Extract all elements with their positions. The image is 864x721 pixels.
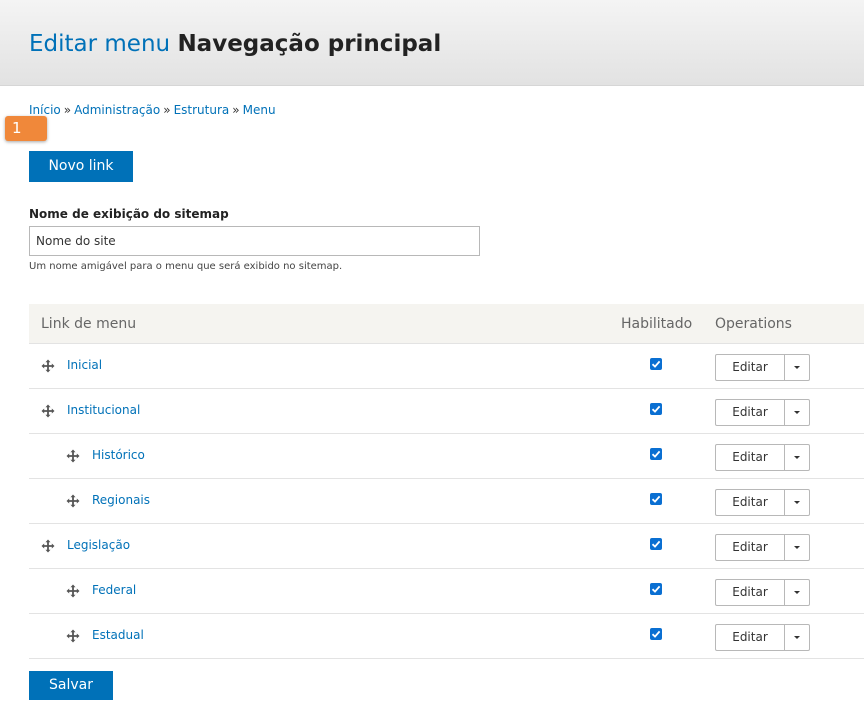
new-link-button[interactable]: Novo link xyxy=(29,151,133,182)
page-title-menu-name: Navegação principal xyxy=(177,31,442,57)
sitemap-name-label: Nome de exibição do sitemap xyxy=(29,207,229,221)
enabled-checkbox[interactable] xyxy=(650,628,662,640)
sitemap-name-description: Um nome amigável para o menu que será ex… xyxy=(29,261,343,272)
breadcrumb-separator: » xyxy=(232,103,240,117)
column-header-operations: Operations xyxy=(715,316,792,332)
caret-down-icon xyxy=(794,636,800,639)
checkmark-icon xyxy=(651,360,661,368)
enabled-checkbox[interactable] xyxy=(650,358,662,370)
caret-down-icon xyxy=(794,591,800,594)
menu-link-label[interactable]: Inicial xyxy=(67,358,102,372)
drag-handle-icon[interactable] xyxy=(41,403,55,418)
edit-button[interactable]: Editar xyxy=(716,400,785,425)
page-title-action: Editar menu xyxy=(29,31,171,57)
drag-handle-icon[interactable] xyxy=(41,358,55,373)
breadcrumb-separator: » xyxy=(163,103,171,117)
operations-dropbutton: Editar xyxy=(715,354,810,381)
edit-button[interactable]: Editar xyxy=(716,580,785,605)
checkmark-icon xyxy=(651,495,661,503)
operations-dropbutton: Editar xyxy=(715,579,810,606)
table-row: Regionais Editar xyxy=(29,479,864,524)
edit-button[interactable]: Editar xyxy=(716,490,785,515)
column-header-enabled: Habilitado xyxy=(621,316,693,332)
save-button[interactable]: Salvar xyxy=(29,671,113,700)
caret-down-icon xyxy=(794,456,800,459)
operations-toggle-button[interactable] xyxy=(785,490,809,515)
operations-toggle-button[interactable] xyxy=(785,535,809,560)
operations-dropbutton: Editar xyxy=(715,444,810,471)
caret-down-icon xyxy=(794,411,800,414)
table-header: Link de menu Habilitado Operations xyxy=(29,304,864,344)
breadcrumb-structure[interactable]: Estrutura xyxy=(174,103,230,117)
operations-toggle-button[interactable] xyxy=(785,355,809,380)
edit-button[interactable]: Editar xyxy=(716,625,785,650)
operations-toggle-button[interactable] xyxy=(785,445,809,470)
checkmark-icon xyxy=(651,585,661,593)
enabled-checkbox[interactable] xyxy=(650,448,662,460)
checkmark-icon xyxy=(651,405,661,413)
table-row: Histórico Editar xyxy=(29,434,864,479)
step-badge: 1 xyxy=(5,116,47,141)
enabled-checkbox[interactable] xyxy=(650,403,662,415)
table-row: Estadual Editar xyxy=(29,614,864,659)
sitemap-name-input[interactable] xyxy=(29,226,480,256)
edit-button[interactable]: Editar xyxy=(716,355,785,380)
table-row: Legislação Editar xyxy=(29,524,864,569)
drag-handle-icon[interactable] xyxy=(66,493,80,508)
checkmark-icon xyxy=(651,540,661,548)
enabled-checkbox[interactable] xyxy=(650,538,662,550)
enabled-checkbox[interactable] xyxy=(650,583,662,595)
enabled-checkbox[interactable] xyxy=(650,493,662,505)
drag-handle-icon[interactable] xyxy=(66,628,80,643)
menu-link-label[interactable]: Federal xyxy=(92,583,136,597)
caret-down-icon xyxy=(794,366,800,369)
table-row: Federal Editar xyxy=(29,569,864,614)
operations-toggle-button[interactable] xyxy=(785,400,809,425)
checkmark-icon xyxy=(651,630,661,638)
operations-toggle-button[interactable] xyxy=(785,580,809,605)
table-row: Institucional Editar xyxy=(29,389,864,434)
menu-link-label[interactable]: Regionais xyxy=(92,493,150,507)
breadcrumb-home[interactable]: Início xyxy=(29,103,61,117)
table-body: Inicial Editar Institucional Editar Hist… xyxy=(29,344,864,659)
checkmark-icon xyxy=(651,450,661,458)
menu-link-label[interactable]: Histórico xyxy=(92,448,145,462)
breadcrumb-separator: » xyxy=(63,103,72,117)
operations-toggle-button[interactable] xyxy=(785,625,809,650)
edit-button[interactable]: Editar xyxy=(716,535,785,560)
page-title: Editar menu Navegação principal xyxy=(29,31,441,57)
drag-handle-icon[interactable] xyxy=(66,583,80,598)
edit-button[interactable]: Editar xyxy=(716,445,785,470)
menu-link-label[interactable]: Estadual xyxy=(92,628,144,642)
table-row: Inicial Editar xyxy=(29,344,864,389)
caret-down-icon xyxy=(794,546,800,549)
operations-dropbutton: Editar xyxy=(715,624,810,651)
operations-dropbutton: Editar xyxy=(715,534,810,561)
operations-dropbutton: Editar xyxy=(715,399,810,426)
caret-down-icon xyxy=(794,501,800,504)
operations-dropbutton: Editar xyxy=(715,489,810,516)
breadcrumb-administration[interactable]: Administração xyxy=(74,103,160,117)
menu-link-label[interactable]: Institucional xyxy=(67,403,140,417)
menu-link-label[interactable]: Legislação xyxy=(67,538,130,552)
drag-handle-icon[interactable] xyxy=(41,538,55,553)
page-header: Editar menu Navegação principal xyxy=(0,0,864,86)
breadcrumb: Início» Administração» Estrutura» Menu xyxy=(29,103,276,117)
column-header-link: Link de menu xyxy=(41,316,137,332)
menu-links-table: Link de menu Habilitado Operations Inici… xyxy=(29,304,864,659)
breadcrumb-menu[interactable]: Menu xyxy=(243,103,276,117)
drag-handle-icon[interactable] xyxy=(66,448,80,463)
